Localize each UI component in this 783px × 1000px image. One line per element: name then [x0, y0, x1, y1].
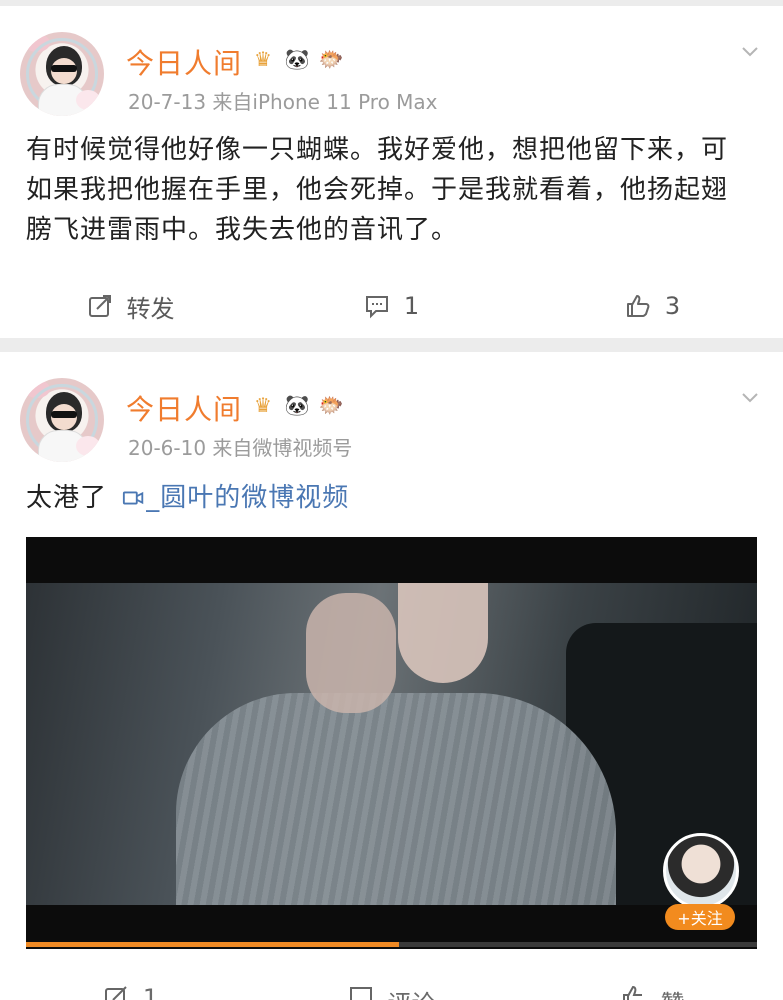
video-link-label: _圆叶的微博视频: [146, 483, 350, 513]
post-text: 太港了 _圆叶的微博视频: [26, 478, 746, 518]
user-badges: ♛ 🐼 🐡: [248, 46, 346, 72]
comment-label: 评论: [388, 984, 436, 1000]
vip-crown-icon: ♛: [254, 393, 272, 417]
avatar[interactable]: [20, 378, 104, 462]
post-card: 今日人间 ♛ 🐼 🐡 20-7-13 来自iPhone 11 Pro Max 有…: [0, 6, 783, 338]
panda-icon: 🐼: [284, 47, 310, 71]
video-frame: [26, 583, 757, 905]
username[interactable]: 今日人间: [126, 42, 242, 82]
video-progress-fill: [26, 942, 399, 947]
username[interactable]: 今日人间: [126, 388, 242, 428]
comment-icon: [365, 296, 388, 319]
post-meta: 20-6-10 来自微博视频号: [128, 436, 353, 460]
like-label: 赞: [661, 984, 685, 1000]
video-progress-bar[interactable]: [26, 942, 757, 947]
panda-icon: 🐼: [284, 393, 310, 417]
user-badges: ♛ 🐼 🐡: [248, 392, 346, 418]
pufferfish-icon: 🐡: [318, 393, 344, 417]
repost-count: 1: [142, 984, 159, 1000]
like-button[interactable]: 3: [522, 286, 783, 326]
post-text: 有时候觉得他好像一只蝴蝶。我好爱他，想把他留下来，可如果我把他握在手里，他会死掉…: [26, 135, 729, 245]
follow-button[interactable]: +关注: [665, 904, 735, 930]
thumbs-up-icon: [622, 985, 642, 1000]
repost-label: 转发: [126, 294, 175, 323]
video-link[interactable]: _圆叶的微博视频: [116, 483, 349, 513]
comment-count: 1: [403, 292, 420, 320]
creator-avatar[interactable]: [663, 833, 739, 909]
vip-crown-icon: ♛: [254, 47, 272, 71]
avatar[interactable]: [20, 32, 104, 116]
comment-icon: [349, 987, 372, 1000]
like-count: 3: [664, 292, 681, 320]
post-actions: 1 评论 赞: [0, 984, 783, 1000]
thumbs-up-icon: [626, 295, 650, 317]
comment-button[interactable]: 评论: [261, 984, 522, 1000]
chevron-down-icon[interactable]: [741, 42, 759, 60]
post-actions: 转发 1 3: [0, 286, 783, 326]
video-player[interactable]: +关注: [26, 537, 757, 949]
repost-button[interactable]: 转发: [0, 286, 261, 326]
comment-button[interactable]: 1: [261, 286, 522, 326]
repost-icon: [104, 986, 127, 1000]
video-camera-icon: [123, 491, 144, 505]
chevron-down-icon[interactable]: [741, 388, 759, 406]
repost-button[interactable]: 1: [0, 984, 261, 1000]
post-text-body: 太港了: [26, 483, 108, 513]
pufferfish-icon: 🐡: [318, 47, 344, 71]
like-button[interactable]: 赞: [522, 984, 783, 1000]
repost-icon: [88, 295, 111, 317]
post-meta: 20-7-13 来自iPhone 11 Pro Max: [128, 90, 438, 114]
